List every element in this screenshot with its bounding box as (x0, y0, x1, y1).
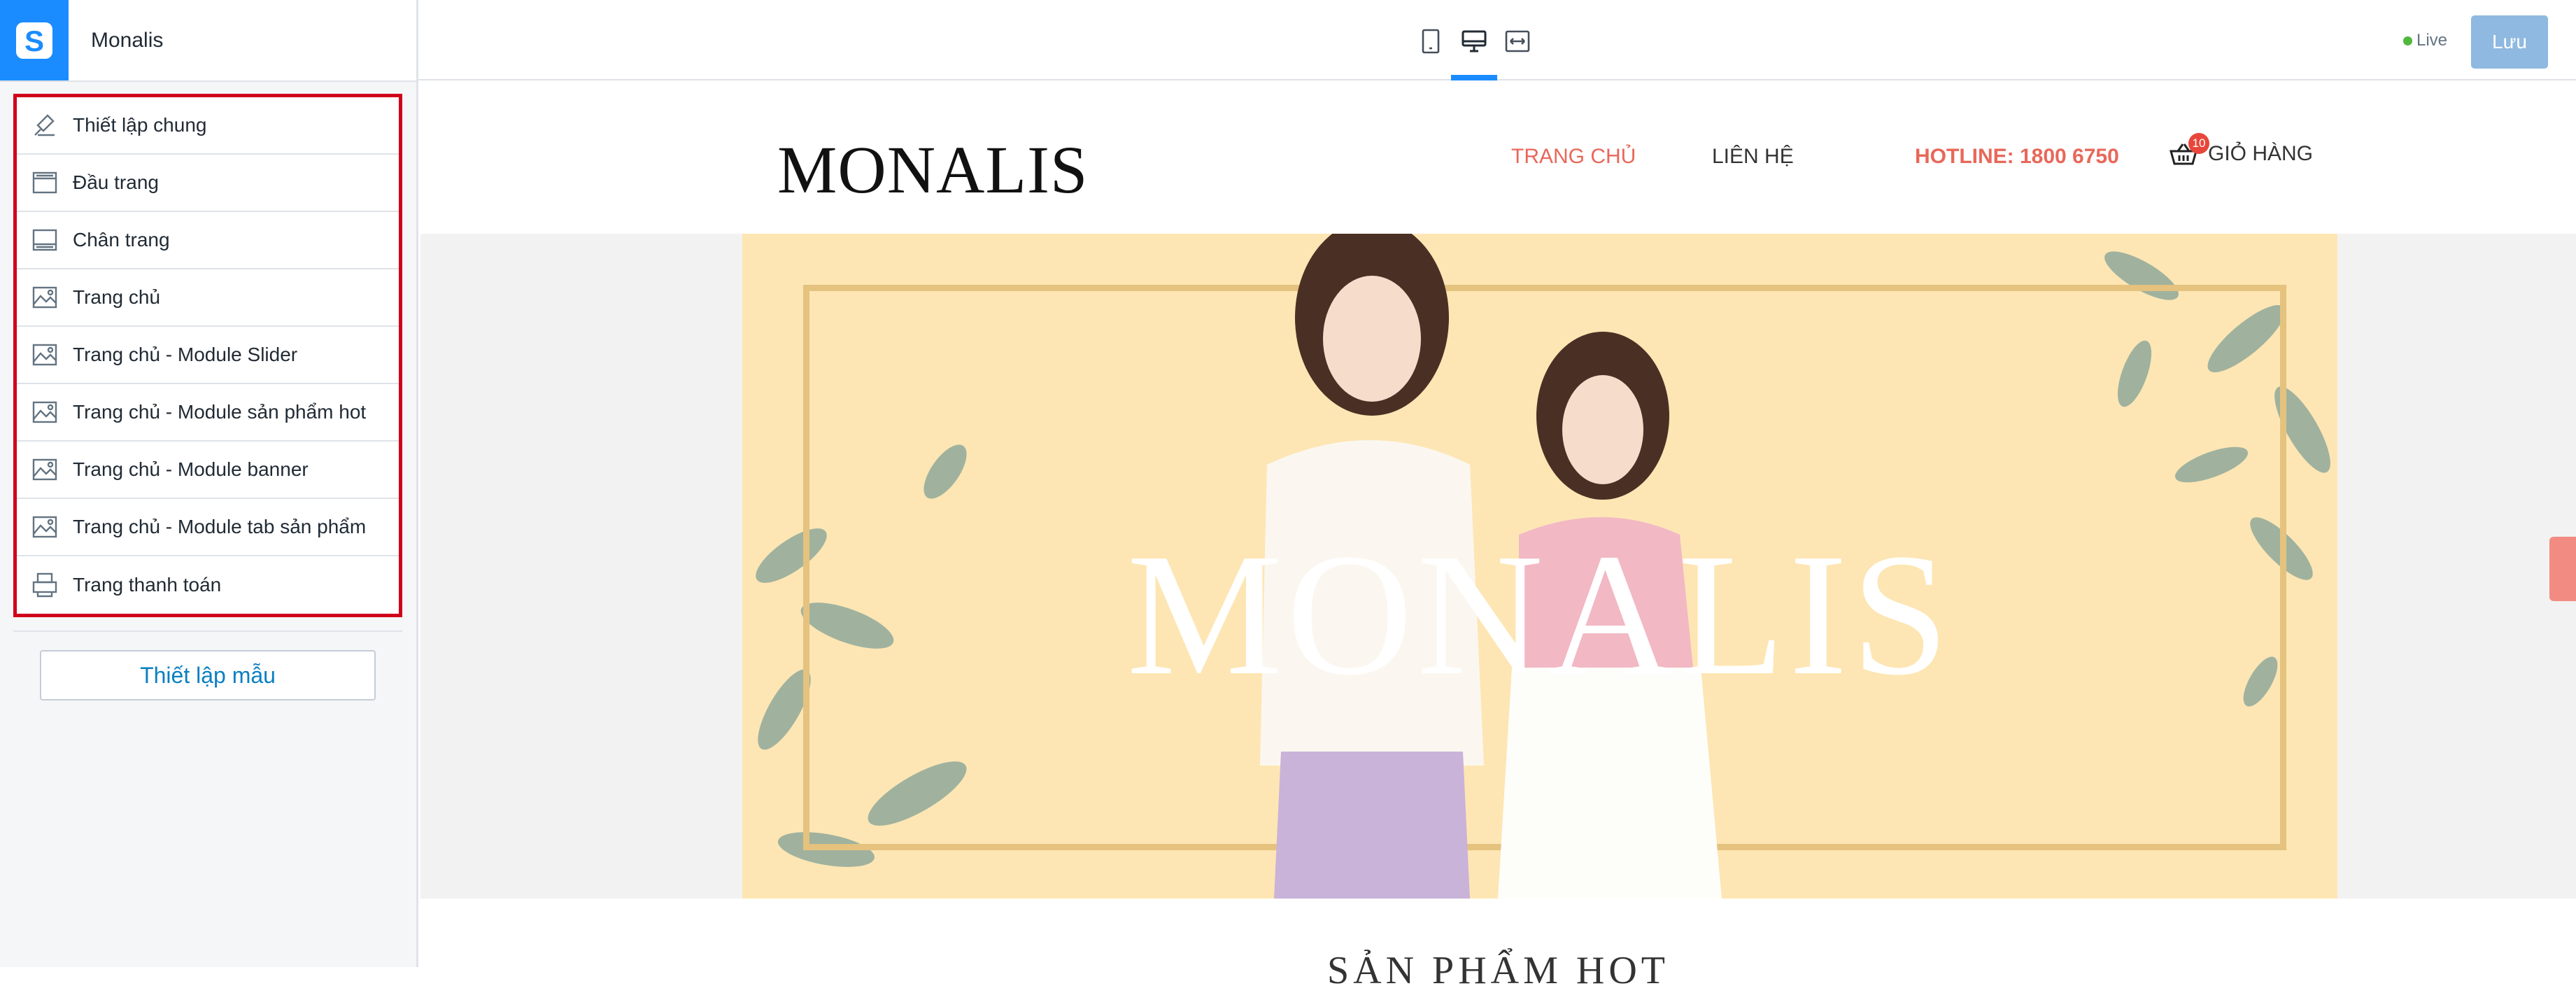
live-label: Live (2416, 31, 2448, 50)
live-status: Live (2403, 31, 2447, 50)
menu-item-homepage[interactable]: Trang chủ (17, 269, 399, 327)
fullwidth-icon (1505, 30, 1530, 52)
site-logo[interactable]: MONALIS (777, 131, 1088, 209)
menu-item-label: Trang chủ - Module tab sản phẩm (73, 516, 367, 537)
menu-item-module-banner[interactable]: Trang chủ - Module banner (17, 442, 399, 499)
mobile-icon (1422, 29, 1440, 54)
svg-text:S: S (24, 24, 44, 57)
image-page-icon (29, 339, 60, 370)
menu-item-label: Trang thanh toán (73, 574, 222, 596)
menu-item-label: Chân trang (73, 229, 170, 251)
image-page-icon (29, 512, 60, 542)
theme-settings-menu: Thiết lập chung Đầu trang Chân trang Tra… (13, 94, 402, 617)
side-floating-tab[interactable] (2549, 537, 2576, 601)
desktop-icon (1462, 30, 1487, 52)
save-button[interactable]: Lưu (2471, 15, 2548, 69)
settings-brush-icon (29, 110, 60, 141)
app-logo[interactable]: S (0, 0, 69, 80)
menu-item-module-hot-products[interactable]: Trang chủ - Module sản phẩm hot (17, 384, 399, 442)
sidebar: S Monalis Thiết lập chung Đầu trang Chân… (0, 0, 418, 967)
menu-item-general-settings[interactable]: Thiết lập chung (17, 97, 399, 155)
top-toolbar (418, 0, 2576, 80)
menu-item-footer[interactable]: Chân trang (17, 212, 399, 269)
device-active-indicator (1451, 75, 1497, 80)
section-title-hot-products: SẢN PHẨM HOT (1327, 949, 1669, 992)
sidebar-divider (13, 631, 402, 632)
image-page-icon (29, 282, 60, 313)
menu-item-label: Đầu trang (73, 171, 159, 193)
store-preview: MONALIS TRANG CHỦ LIÊN HỆ HOTLINE: 1800 … (420, 82, 2576, 992)
menu-item-label: Trang chủ - Module sản phẩm hot (73, 401, 367, 423)
menu-item-header[interactable]: Đầu trang (17, 155, 399, 212)
live-dot-icon (2403, 36, 2412, 45)
template-settings-button[interactable]: Thiết lập mẫu (40, 650, 376, 700)
menu-item-label: Thiết lập chung (73, 114, 207, 136)
menu-item-module-product-tabs[interactable]: Trang chủ - Module tab sản phẩm (17, 499, 399, 556)
menu-item-checkout[interactable]: Trang thanh toán (17, 556, 399, 614)
menu-item-module-slider[interactable]: Trang chủ - Module Slider (17, 327, 399, 384)
menu-item-label: Trang chủ - Module Slider (73, 344, 298, 365)
menu-item-label: Trang chủ - Module banner (73, 458, 309, 480)
cart-label: GIỎ HÀNG (2208, 142, 2314, 165)
image-page-icon (29, 454, 60, 485)
hero-banner[interactable]: MONALIS (742, 234, 2337, 899)
sidebar-header: S Monalis (0, 0, 416, 82)
device-fullwidth-button[interactable] (1500, 24, 1535, 59)
device-mobile-button[interactable] (1413, 24, 1448, 59)
cart-link[interactable]: 10 GIỎ HÀNG (2169, 133, 2314, 167)
menu-item-label: Trang chủ (73, 286, 161, 308)
checkout-printer-icon (29, 570, 60, 600)
shop-name: Monalis (91, 28, 164, 52)
header-layout-icon (29, 167, 60, 198)
nav-home-link[interactable]: TRANG CHỦ (1511, 145, 1636, 169)
banner-title: MONALIS (1126, 518, 1953, 712)
app-logo-icon: S (16, 22, 52, 59)
site-header: MONALIS TRANG CHỦ LIÊN HỆ HOTLINE: 1800 … (420, 82, 2576, 234)
nav-contact-link[interactable]: LIÊN HỆ (1712, 145, 1794, 169)
image-page-icon (29, 397, 60, 428)
cart-count-badge: 10 (2188, 133, 2209, 154)
footer-layout-icon (29, 225, 60, 255)
device-desktop-button[interactable] (1457, 24, 1492, 59)
hotline-link[interactable]: HOTLINE: 1800 6750 (1915, 145, 2119, 169)
